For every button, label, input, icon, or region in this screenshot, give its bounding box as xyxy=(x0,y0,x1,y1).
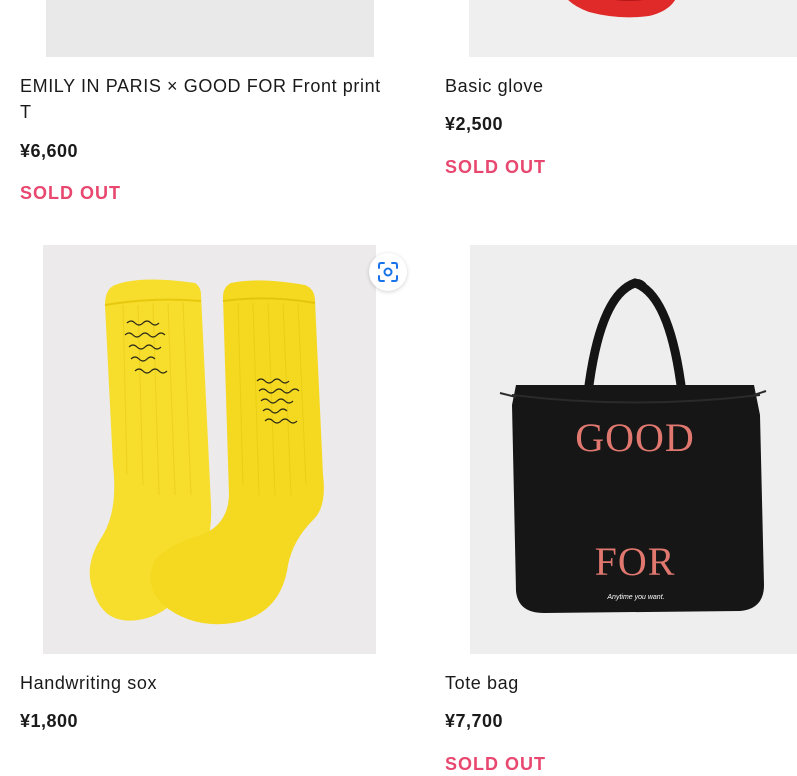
glove-icon xyxy=(568,0,676,18)
visual-search-button[interactable] xyxy=(369,253,407,291)
tote-bag-icon: GOOD FOR Anytime you want. xyxy=(499,278,767,613)
tote-print-good: GOOD xyxy=(575,415,695,460)
sold-out-badge: SOLD OUT xyxy=(445,754,546,774)
lens-scan-icon xyxy=(378,262,398,282)
product-image-tote-bag[interactable]: GOOD FOR Anytime you want. xyxy=(470,245,797,654)
product-title[interactable]: Handwriting sox xyxy=(20,670,157,696)
product-price: ¥1,800 xyxy=(20,711,79,731)
sold-out-badge: SOLD OUT xyxy=(445,157,546,177)
product-title-line[interactable]: T xyxy=(20,99,400,125)
socks-icon xyxy=(89,279,324,625)
product-title-line[interactable]: EMILY IN PARIS × GOOD FOR Front print xyxy=(20,73,400,99)
tote-print-for: FOR xyxy=(595,539,676,584)
product-title[interactable]: EMILY IN PARIS × GOOD FOR Front print T xyxy=(20,73,400,125)
product-image-handwriting-sox[interactable] xyxy=(43,245,376,654)
product-title[interactable]: Tote bag xyxy=(445,670,519,696)
product-price: ¥6,600 xyxy=(20,141,79,161)
product-image-front-print-t[interactable] xyxy=(46,0,374,57)
product-price: ¥7,700 xyxy=(445,711,504,731)
product-price: ¥2,500 xyxy=(445,114,504,134)
product-image-basic-glove[interactable] xyxy=(469,0,797,57)
product-title[interactable]: Basic glove xyxy=(445,73,544,99)
tote-print-tagline: Anytime you want. xyxy=(606,594,664,601)
sold-out-badge: SOLD OUT xyxy=(20,183,121,203)
